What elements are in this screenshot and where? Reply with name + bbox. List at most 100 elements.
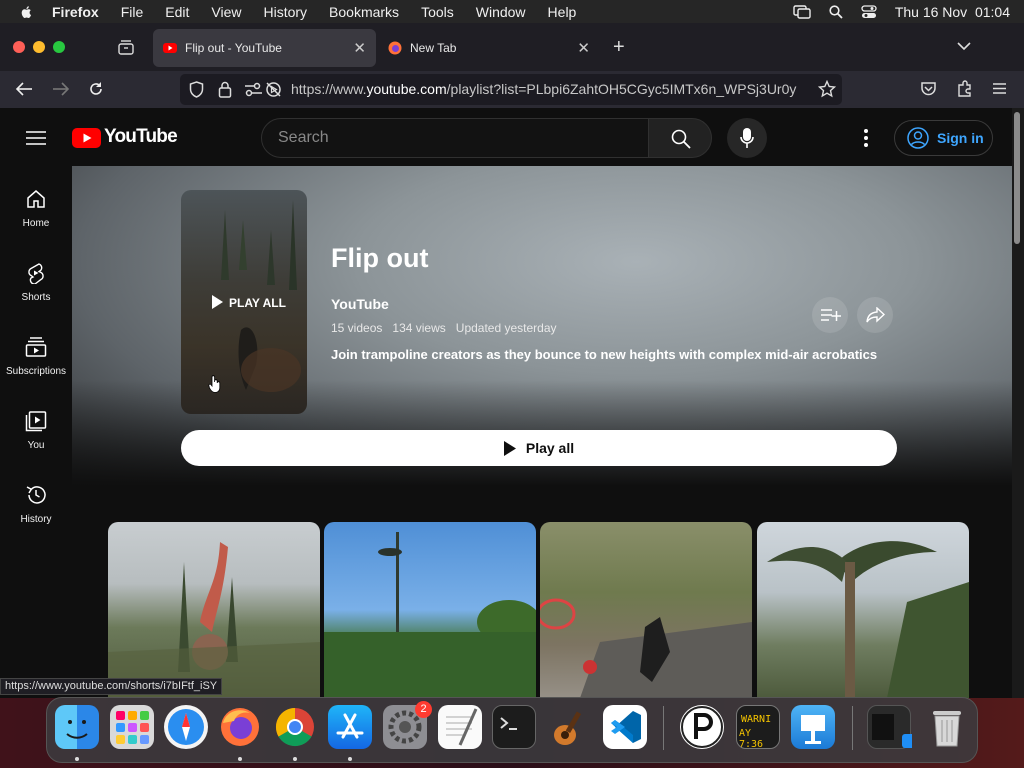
voice-search-button[interactable] <box>727 118 767 158</box>
apple-icon[interactable] <box>20 5 34 19</box>
menu-help[interactable]: Help <box>548 4 577 20</box>
video-thumbnail[interactable] <box>324 522 536 698</box>
tab-new-tab[interactable]: New Tab ✕ <box>378 29 600 67</box>
back-arrow-icon[interactable] <box>15 82 33 96</box>
macos-menu-bar: Firefox File Edit View History Bookmarks… <box>0 0 1024 23</box>
finder-icon[interactable] <box>55 705 99 749</box>
chrome-icon[interactable] <box>273 705 317 749</box>
dock-separator <box>852 706 853 750</box>
tracking-protection-shield-icon[interactable] <box>189 81 204 98</box>
menu-view[interactable]: View <box>211 4 241 20</box>
autoplay-blocked-icon[interactable] <box>265 81 282 98</box>
close-tab-icon[interactable]: ✕ <box>577 39 590 57</box>
permissions-icon[interactable] <box>244 81 263 98</box>
video-thumbnail-image <box>324 532 536 698</box>
play-all-button[interactable]: Play all <box>181 430 897 466</box>
page-scrollbar-thumb[interactable] <box>1014 112 1020 244</box>
control-center-icon[interactable] <box>861 4 877 19</box>
console-icon[interactable]: WARNI AY 7:36 <box>736 705 780 749</box>
youtube-guide-menu-icon[interactable] <box>26 130 46 146</box>
playlist-description: Join trampoline creators as they bounce … <box>331 347 878 362</box>
tab-overview-icon[interactable] <box>117 39 135 55</box>
youtube-logo-text[interactable]: YouTube <box>104 126 178 148</box>
extensions-puzzle-icon[interactable] <box>956 80 973 98</box>
video-thumbnail-image <box>108 542 320 698</box>
safari-icon[interactable] <box>164 705 208 749</box>
more-settings-icon[interactable] <box>864 129 868 147</box>
reload-icon[interactable] <box>88 81 104 97</box>
youtube-favicon-icon <box>163 43 177 53</box>
search-placeholder: Search <box>278 129 329 146</box>
pocket-icon[interactable] <box>920 81 937 97</box>
menu-history[interactable]: History <box>263 4 307 20</box>
menu-file[interactable]: File <box>121 4 144 20</box>
screen-mirroring-icon[interactable] <box>793 4 811 19</box>
window-minimize-button[interactable] <box>33 41 45 53</box>
terminal-prompt-icon <box>500 717 517 730</box>
spotlight-search-icon[interactable] <box>829 4 843 19</box>
window-close-button[interactable] <box>13 41 25 53</box>
system-settings-icon[interactable]: 2 <box>383 701 432 749</box>
launchpad-grid-icon <box>116 711 149 744</box>
sidebar-item-shorts[interactable]: Shorts <box>0 262 72 303</box>
terminal-icon[interactable] <box>492 705 536 749</box>
updated-label: Updated yesterday <box>455 321 557 335</box>
chrome-logo-icon <box>275 707 314 747</box>
vscode-icon[interactable] <box>603 705 647 749</box>
shorts-icon <box>28 263 44 284</box>
hand-cursor-icon <box>208 375 221 393</box>
textedit-icon[interactable] <box>438 705 482 749</box>
bookmark-star-icon[interactable] <box>818 80 836 98</box>
menu-app-name[interactable]: Firefox <box>52 4 99 20</box>
sidebar-item-history[interactable]: History <box>0 484 72 525</box>
menu-window[interactable]: Window <box>476 4 526 20</box>
video-thumbnail[interactable] <box>540 522 752 698</box>
garageband-icon[interactable] <box>547 705 591 749</box>
youtube-logo-icon[interactable] <box>72 128 101 148</box>
sign-in-button[interactable]: Sign in <box>894 120 993 156</box>
video-thumbnail[interactable] <box>108 522 320 698</box>
trash-icon[interactable] <box>925 705 969 749</box>
firefox-favicon-icon <box>388 41 402 55</box>
link-status-url: https://www.youtube.com/shorts/i7bIFtf_i… <box>0 678 223 695</box>
keynote-icon[interactable] <box>791 705 835 749</box>
guitar-icon <box>554 711 582 745</box>
tab-title: New Tab <box>410 41 457 55</box>
downloads-stack-icon[interactable] <box>867 705 916 749</box>
window-zoom-button[interactable] <box>53 41 65 53</box>
save-playlist-button[interactable] <box>812 297 848 333</box>
playlist-channel[interactable]: YouTube <box>331 296 389 312</box>
pronunciation-app-icon[interactable] <box>680 705 724 749</box>
playlist-thumbnail[interactable]: PLAY ALL <box>181 190 307 414</box>
app-store-icon[interactable] <box>328 705 372 749</box>
url-text[interactable]: https://www.youtube.com/playlist?list=PL… <box>291 81 811 97</box>
microphone-icon <box>740 128 754 148</box>
list-all-tabs-chevron-icon[interactable] <box>957 42 971 51</box>
search-input[interactable]: Search <box>261 118 649 158</box>
vscode-logo-icon <box>611 711 641 743</box>
launchpad-icon[interactable] <box>110 705 154 749</box>
forward-arrow-icon[interactable] <box>52 82 70 96</box>
tab-flip-out[interactable]: Flip out - YouTube ✕ <box>153 29 376 67</box>
menu-tools[interactable]: Tools <box>421 4 454 20</box>
thumbnail-play-all-label: PLAY ALL <box>229 296 286 310</box>
close-tab-icon[interactable]: ✕ <box>353 39 366 57</box>
notification-badge: 2 <box>415 701 432 718</box>
sidebar-item-home[interactable]: Home <box>0 188 72 229</box>
firefox-icon[interactable] <box>218 705 262 749</box>
menubar-clock[interactable]: Thu 16 Nov 01:04 <box>895 4 1010 20</box>
textedit-page-icon <box>446 708 478 746</box>
playlist-stats: 15 videos 134 views Updated yesterday <box>331 321 557 335</box>
sidebar-item-you[interactable]: You <box>0 410 72 451</box>
subscriptions-icon <box>25 337 47 357</box>
share-button[interactable] <box>857 297 893 333</box>
sidebar-item-subscriptions[interactable]: Subscriptions <box>0 336 72 377</box>
hamburger-menu-icon[interactable] <box>992 82 1007 95</box>
video-thumbnail[interactable] <box>757 522 969 698</box>
search-button[interactable] <box>648 118 712 158</box>
finder-face-icon <box>66 720 88 739</box>
padlock-icon[interactable] <box>218 81 232 98</box>
new-tab-plus-icon[interactable]: + <box>613 36 625 59</box>
menu-bookmarks[interactable]: Bookmarks <box>329 4 399 20</box>
menu-edit[interactable]: Edit <box>165 4 189 20</box>
